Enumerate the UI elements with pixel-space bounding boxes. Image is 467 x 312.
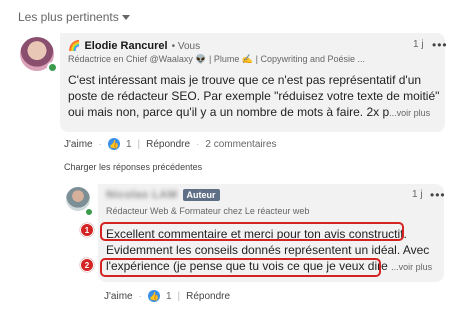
thumbs-up-icon: 👍 [107, 138, 120, 150]
sort-label: Les plus pertinents [18, 10, 119, 24]
comment-timestamp: 1 j [413, 39, 424, 50]
highlight-box [100, 222, 404, 241]
reply-timestamp: 1 j [412, 189, 423, 200]
load-previous-replies-link[interactable]: Charger les réponses précédentes [64, 162, 202, 172]
author-name[interactable]: Nicolas LAM [106, 189, 178, 201]
rainbow-icon: 🌈 [68, 40, 81, 52]
comment-text: C'est intéressant mais je trouve que ce … [68, 72, 440, 121]
comment-actions: J'aime · 👍 1 | Répondre · 2 commentaires [64, 138, 277, 150]
separator: | [177, 290, 181, 302]
author-badge: Auteur [182, 189, 220, 201]
more-options-icon[interactable]: ••• [430, 188, 446, 202]
reply-line: Evidemment les conseils donnés représent… [106, 243, 430, 257]
reply-button[interactable]: Répondre [186, 291, 230, 302]
comment-author[interactable]: 🌈 Elodie Rancurel • Vous [68, 40, 200, 52]
author-headline: Rédacteur Web & Formateur chez Le réacte… [106, 206, 310, 216]
more-options-icon[interactable]: ••• [432, 38, 448, 52]
comments-count[interactable]: 2 commentaires [205, 139, 276, 150]
separator: · [196, 138, 200, 150]
separator: | [137, 138, 141, 150]
caret-down-icon [121, 15, 130, 20]
reply-button[interactable]: Répondre [146, 139, 190, 150]
like-button[interactable]: J'aime [64, 139, 93, 150]
author-headline: Rédactrice en Chief @Waalaxy 👽 | Plume ✍… [68, 54, 366, 64]
separator: · [138, 290, 142, 302]
comment-text-content: C'est intéressant mais je trouve que ce … [68, 73, 440, 119]
thumbs-up-icon: 👍 [147, 290, 160, 302]
see-more-link[interactable]: ...voir plus [389, 108, 430, 118]
reply-author[interactable]: Nicolas LAM Auteur [106, 189, 220, 201]
connection-degree: • Vous [171, 40, 201, 52]
see-more-link[interactable]: ...voir plus [391, 262, 432, 272]
like-count[interactable]: 1 [126, 139, 132, 150]
online-status-dot [84, 207, 94, 217]
separator: · [98, 138, 102, 150]
reply-actions: J'aime · 👍 1 | Répondre [104, 290, 230, 302]
annotation-marker: 2 [80, 258, 94, 272]
sort-dropdown[interactable]: Les plus pertinents [18, 10, 130, 24]
online-status-dot [47, 62, 58, 73]
like-count[interactable]: 1 [166, 291, 172, 302]
annotation-marker: 1 [80, 223, 94, 237]
like-button[interactable]: J'aime [104, 291, 133, 302]
highlight-box [100, 258, 381, 277]
author-name[interactable]: Elodie Rancurel [84, 40, 167, 52]
